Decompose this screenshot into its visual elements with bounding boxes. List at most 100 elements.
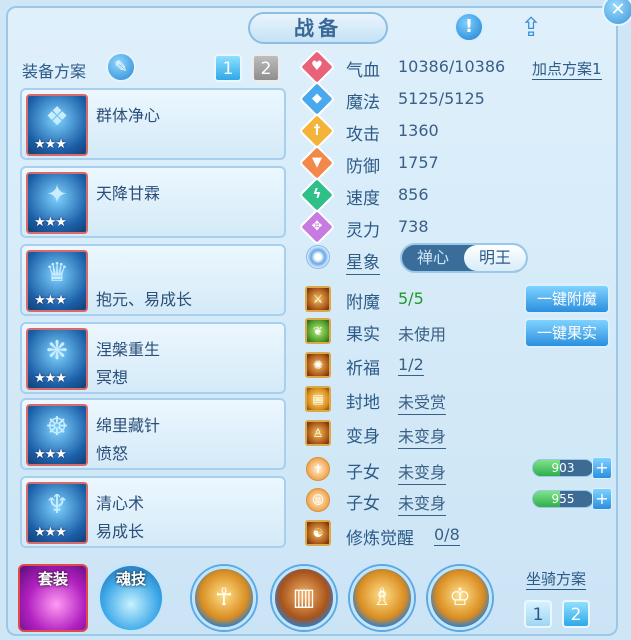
enchant-icon: ⚔	[305, 286, 331, 312]
child-icon: ☺	[306, 488, 330, 512]
edit-plan-button[interactable]: ✎	[106, 52, 136, 82]
child-value[interactable]: 未变身	[398, 459, 447, 485]
stat-hp-value: 10386/10386	[398, 57, 506, 76]
monk-figure-button[interactable]: ♗	[350, 566, 414, 630]
enchant-value: 5/5	[398, 289, 424, 308]
skill-name: 绵里藏针	[96, 416, 161, 435]
scroll-icon: ▥	[292, 583, 316, 611]
child-points-bar: 955	[532, 490, 594, 508]
scroll-button[interactable]: ▥	[272, 566, 336, 630]
skill-card[interactable]: ☸ ★★★ 绵里藏针 愤怒	[20, 398, 286, 470]
stat-spirit-value: 738	[398, 217, 429, 236]
stat-spd-value: 856	[398, 185, 429, 204]
info-button[interactable]: !	[454, 12, 484, 42]
star-rating: ★★★	[34, 525, 67, 540]
awakening-value[interactable]: 0/8	[434, 525, 460, 546]
stat-spirit-label: 灵力	[346, 221, 380, 241]
transform-icon: ♙	[305, 420, 331, 446]
child-points-value: 903	[551, 461, 575, 475]
child-points-bar: 903	[532, 459, 594, 477]
child-label: 子女	[346, 494, 380, 514]
skill-name: 天降甘霖	[96, 184, 161, 203]
constellation-option-mingwang[interactable]: 明王	[464, 245, 526, 271]
stat-def-value: 1757	[398, 153, 439, 172]
one-click-enchant-button[interactable]: 一键附魔	[524, 284, 610, 314]
stat-mp-value: 5125/5125	[398, 89, 485, 108]
suit-button[interactable]: 套装	[18, 564, 88, 632]
awakening-icon: ☯	[305, 520, 331, 546]
stat-mp-label: 魔法	[346, 93, 380, 113]
fief-value[interactable]: 未受赏	[398, 389, 447, 415]
suit-label: 套装	[37, 570, 68, 588]
blessing-value[interactable]: 1/2	[398, 355, 424, 376]
skill-sub: 愤怒	[96, 444, 129, 463]
skill-icon: ♆ ★★★	[26, 482, 88, 544]
constellation-toggle[interactable]: 禅心 明王	[400, 243, 528, 273]
equip-plan-2-button[interactable]: 2	[252, 54, 280, 82]
stat-spd-label: 速度	[346, 189, 380, 209]
awakening-label: 修炼觉醒	[346, 529, 414, 549]
child-add-points-button[interactable]: +	[592, 457, 612, 479]
skill-sub: 易成长	[96, 522, 145, 541]
fruit-label: 果实	[346, 325, 380, 345]
star-rating: ★★★	[34, 137, 67, 152]
star-rating: ★★★	[34, 371, 67, 386]
skill-card[interactable]: ♛ ★★★ 抱元、易成长	[20, 244, 286, 316]
attr-plan-link[interactable]: 加点方案1	[532, 58, 602, 80]
skill-icon: ✦ ★★★	[26, 172, 88, 234]
equip-plan-1-button[interactable]: 1	[214, 54, 242, 82]
child-label: 子女	[346, 463, 380, 483]
golden-figure-icon: ♔	[449, 583, 471, 611]
constellation-label[interactable]: 星象	[346, 248, 380, 275]
skill-card[interactable]: ♆ ★★★ 清心术 易成长	[20, 476, 286, 548]
pen-icon: ✎	[114, 57, 128, 76]
meditate-figure-button[interactable]: ☥	[192, 566, 256, 630]
skill-icon: ❖ ★★★	[26, 94, 88, 156]
skill-card[interactable]: ❋ ★★★ 涅槃重生 冥想	[20, 322, 286, 394]
golden-figure-button[interactable]: ♔	[428, 566, 492, 630]
constellation-option-chanxin[interactable]: 禅心	[402, 245, 464, 271]
skill-icon: ♛ ★★★	[26, 250, 88, 312]
stat-atk-value: 1360	[398, 121, 439, 140]
fief-icon: ▤	[305, 386, 331, 412]
star-rating: ★★★	[34, 447, 67, 462]
skill-card[interactable]: ✦ ★★★ 天降甘霖	[20, 166, 286, 238]
skill-name: 涅槃重生	[96, 340, 161, 359]
skill-icon: ☸ ★★★	[26, 404, 88, 466]
monk-icon: ♗	[371, 583, 393, 611]
blessing-icon: ✺	[305, 352, 331, 378]
fief-label: 封地	[346, 393, 380, 413]
one-click-fruit-button[interactable]: 一键果实	[524, 318, 610, 348]
mount-plan-1-button[interactable]: 1	[524, 600, 552, 628]
plus-icon: +	[595, 458, 609, 477]
mount-plan-label[interactable]: 坐骑方案	[526, 568, 587, 590]
star-rating: ★★★	[34, 215, 67, 230]
skill-card[interactable]: ❖ ★★★ 群体净心	[20, 88, 286, 160]
skill-name: 清心术	[96, 494, 145, 513]
fruit-icon: ❦	[305, 318, 331, 344]
panel-title: 战备	[248, 12, 388, 44]
star-rating: ★★★	[34, 293, 67, 308]
stat-hp-label: 气血	[346, 61, 380, 81]
share-button[interactable]: ⇪	[514, 14, 548, 42]
plus-icon: +	[595, 489, 609, 508]
skill-sub: 冥想	[96, 368, 129, 387]
fruit-value: 未使用	[398, 325, 447, 344]
soul-skill-label: 魂技	[115, 570, 146, 588]
transform-label: 变身	[346, 427, 380, 447]
child-add-points-button[interactable]: +	[592, 488, 612, 510]
share-icon: ⇪	[520, 13, 542, 43]
child-points-value: 955	[551, 492, 575, 506]
blessing-label: 祈福	[346, 359, 380, 379]
stat-atk-label: 攻击	[346, 125, 380, 145]
exclamation-icon: !	[464, 16, 474, 37]
transform-value[interactable]: 未变身	[398, 423, 447, 449]
soul-skill-button[interactable]: 魂技	[98, 564, 164, 632]
constellation-icon	[306, 245, 330, 269]
skill-sub: 抱元、易成长	[96, 290, 193, 309]
close-icon: ✕	[610, 0, 626, 20]
mount-plan-2-button[interactable]: 2	[562, 600, 590, 628]
child-icon: ✝	[306, 457, 330, 481]
meditate-icon: ☥	[215, 583, 233, 611]
child-value[interactable]: 未变身	[398, 490, 447, 516]
